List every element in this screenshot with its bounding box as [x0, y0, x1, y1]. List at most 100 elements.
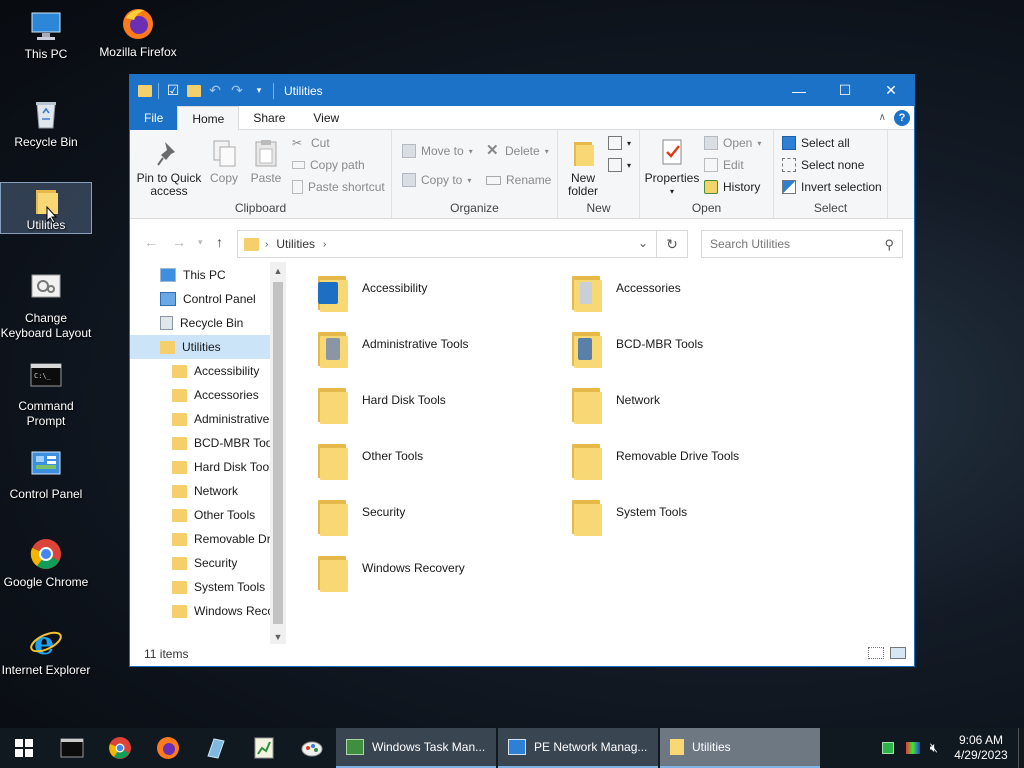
paste-button[interactable]: Paste — [246, 138, 286, 185]
help-icon[interactable]: ? — [894, 109, 910, 126]
taskbar-chrome[interactable] — [96, 728, 144, 768]
desktop-icon-firefox[interactable]: Mozilla Firefox — [92, 6, 184, 60]
maximize-button[interactable]: ☐ — [822, 75, 868, 106]
taskbar-task-task-manager[interactable]: Windows Task Man... — [336, 728, 496, 768]
folder-item-removable-drive-tools[interactable]: Removable Drive Tools — [570, 442, 810, 492]
nav-item-network[interactable]: Network — [172, 479, 270, 503]
cut-button[interactable]: ✂ Cut — [292, 136, 330, 150]
desktop-icon-this-pc[interactable]: This PC — [0, 8, 92, 62]
desktop-icon-internet-explorer[interactable]: e Internet Explorer — [0, 624, 92, 678]
search-input[interactable]: Search Utilities ⚲ — [701, 230, 903, 258]
invert-selection-button[interactable]: Invert selection — [782, 180, 882, 194]
details-view-icon[interactable] — [868, 647, 884, 659]
select-all-button[interactable]: Select all — [782, 136, 850, 150]
taskbar-app-paint[interactable] — [288, 728, 336, 768]
tab-home[interactable]: Home — [177, 106, 240, 130]
undo-icon[interactable]: ↶ — [207, 82, 223, 99]
tab-view[interactable]: View — [299, 106, 354, 130]
desktop-icon-recycle-bin[interactable]: Recycle Bin — [0, 96, 92, 150]
nav-item-control-panel[interactable]: Control Panel — [160, 287, 268, 311]
nav-item-windows-recovery[interactable]: Windows Recovery — [172, 599, 270, 623]
nav-item-this-pc[interactable]: This PC — [160, 263, 268, 287]
collapse-ribbon-icon[interactable]: ∧ — [879, 112, 886, 123]
folder-item-accessories[interactable]: Accessories — [570, 274, 810, 324]
taskbar-app-chart[interactable] — [240, 728, 288, 768]
large-icons-view-icon[interactable] — [890, 647, 906, 659]
open-button[interactable]: Open ▾ — [704, 136, 761, 150]
nav-item-recycle-bin[interactable]: Recycle Bin — [160, 311, 268, 335]
desktop-icon-change-keyboard-layout[interactable]: Change Keyboard Layout — [0, 272, 92, 341]
folder-item-other-tools[interactable]: Other Tools — [316, 442, 556, 492]
up-arrow-icon[interactable]: ↑ — [216, 234, 223, 250]
easy-access-button[interactable]: ▾ — [608, 158, 631, 172]
address-dropdown-icon[interactable]: ⌄ — [638, 236, 648, 250]
nav-item-system-tools[interactable]: System Tools — [172, 575, 270, 599]
select-none-button[interactable]: Select none — [782, 158, 864, 172]
nav-item-administrative-tools[interactable]: Administrative Tools — [172, 407, 270, 431]
scroll-up-icon[interactable]: ▲ — [270, 266, 286, 276]
tab-share[interactable]: Share — [239, 106, 300, 130]
move-to-button[interactable]: Move to ▾ — [402, 144, 473, 158]
title-bar[interactable]: ☑ ↶ ↷ ▾ Utilities — ☐ ✕ — [130, 75, 914, 106]
folder-item-system-tools[interactable]: System Tools — [570, 498, 810, 548]
rename-button[interactable]: Rename — [486, 173, 551, 187]
redo-icon[interactable]: ↷ — [229, 82, 245, 99]
new-item-button[interactable]: ▾ — [608, 136, 631, 150]
copy-to-button[interactable]: Copy to ▾ — [402, 173, 471, 187]
copy-button[interactable]: Copy — [206, 138, 242, 185]
back-arrow-icon[interactable]: ← — [144, 234, 158, 250]
taskbar-firefox[interactable] — [144, 728, 192, 768]
edit-button[interactable]: Edit — [704, 158, 744, 172]
desktop-icon-control-panel[interactable]: Control Panel — [0, 448, 92, 502]
breadcrumb-utilities[interactable]: Utilities — [276, 237, 315, 251]
taskbar-command-prompt[interactable] — [48, 728, 96, 768]
desktop-icon-google-chrome[interactable]: Google Chrome — [0, 536, 92, 590]
properties-button[interactable]: Properties ▾ — [644, 138, 700, 198]
start-button[interactable] — [0, 728, 48, 768]
folder-item-administrative-tools[interactable]: Administrative Tools — [316, 330, 556, 380]
minimize-button[interactable]: — — [776, 75, 822, 106]
folder-item-windows-recovery[interactable]: Windows Recovery — [316, 554, 556, 604]
refresh-icon: ↻ — [666, 235, 678, 252]
history-button[interactable]: History — [704, 180, 760, 194]
folder-item-hard-disk-tools[interactable]: Hard Disk Tools — [316, 386, 556, 436]
tray-display-icon[interactable] — [905, 742, 920, 754]
new-folder-button[interactable]: New folder — [562, 138, 604, 198]
taskbar-app-blue[interactable] — [192, 728, 240, 768]
copy-path-button[interactable]: Copy path — [292, 158, 365, 172]
taskbar-clock[interactable]: 9:06 AM 4/29/2023 — [944, 733, 1018, 763]
show-desktop-button[interactable] — [1018, 728, 1024, 768]
close-button[interactable]: ✕ — [868, 75, 914, 106]
folder-item-accessibility[interactable]: Accessibility — [316, 274, 556, 324]
customize-qat-icon[interactable]: ▾ — [251, 83, 267, 99]
nav-scrollbar[interactable]: ▲ ▼ — [270, 262, 286, 644]
nav-item-other-tools[interactable]: Other Tools — [172, 503, 270, 527]
paste-shortcut-button[interactable]: Paste shortcut — [292, 180, 385, 194]
new-folder-qat-icon[interactable] — [187, 84, 201, 97]
nav-item-security[interactable]: Security — [172, 551, 270, 575]
tray-volume-muted-icon[interactable]: 🔇︎ — [930, 740, 938, 756]
address-bar[interactable]: › Utilities › ⌄ — [237, 230, 657, 258]
taskbar-task-pe-network-manager[interactable]: PE Network Manag... — [498, 728, 658, 768]
nav-item-removable-drive-tools[interactable]: Removable Drive Tools — [172, 527, 270, 551]
folder-item-network[interactable]: Network — [570, 386, 810, 436]
desktop-icon-command-prompt[interactable]: C:\_ Command Prompt — [0, 360, 92, 429]
pin-to-quick-access-button[interactable]: Pin to Quick access — [136, 138, 202, 198]
delete-button[interactable]: ✕ Delete ▾ — [486, 143, 549, 158]
forward-arrow-icon[interactable]: → — [172, 234, 186, 250]
nav-item-accessories[interactable]: Accessories — [172, 383, 270, 407]
folder-item-security[interactable]: Security — [316, 498, 556, 548]
tray-network-icon[interactable] — [881, 742, 894, 754]
scrollbar-thumb[interactable] — [273, 282, 283, 624]
taskbar-task-utilities[interactable]: Utilities — [660, 728, 820, 768]
tab-file[interactable]: File — [130, 106, 178, 130]
nav-item-accessibility[interactable]: Accessibility — [172, 359, 270, 383]
nav-item-utilities[interactable]: Utilities — [130, 335, 270, 359]
nav-item-hard-disk-tools[interactable]: Hard Disk Tools — [172, 455, 270, 479]
recent-locations-icon[interactable]: ▾ — [198, 237, 203, 248]
nav-item-bcd-mbr-tools[interactable]: BCD-MBR Tools — [172, 431, 270, 455]
folder-item-bcd-mbr-tools[interactable]: BCD-MBR Tools — [570, 330, 810, 380]
refresh-button[interactable]: ↻ — [657, 230, 688, 258]
properties-qat-icon[interactable]: ☑ — [165, 82, 181, 99]
scroll-down-icon[interactable]: ▼ — [270, 632, 286, 642]
